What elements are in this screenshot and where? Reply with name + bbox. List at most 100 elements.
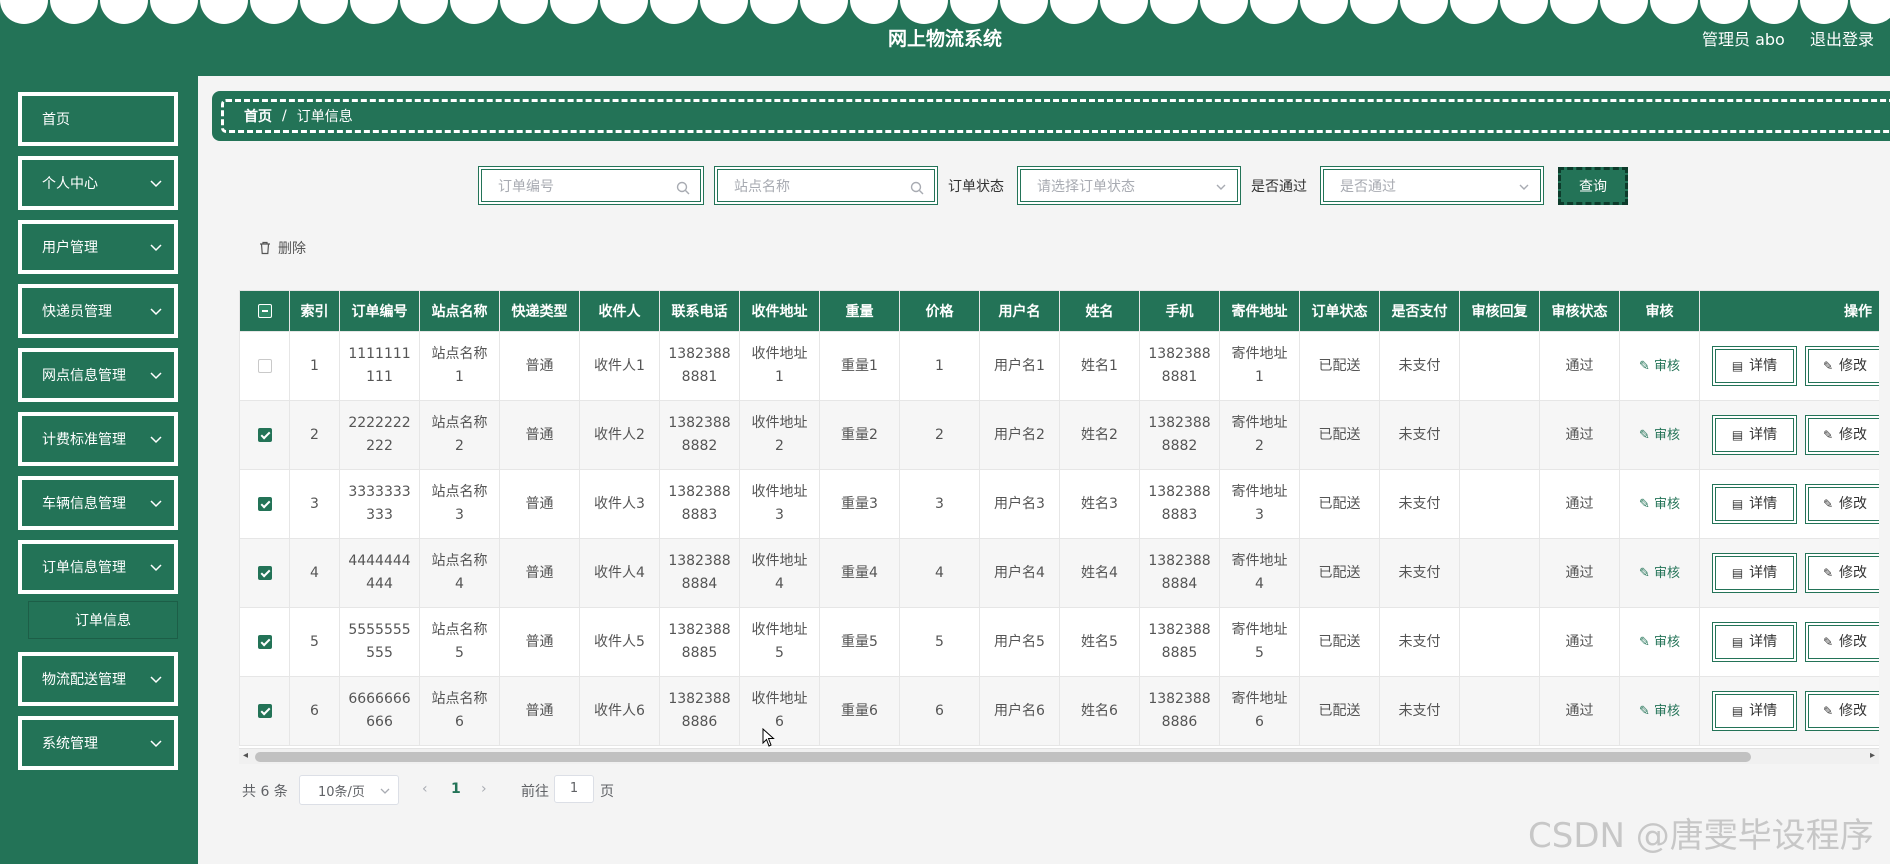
scroll-left-arrow[interactable]: ◂ bbox=[243, 750, 248, 761]
detail-button[interactable]: ▤ 详情 bbox=[1712, 415, 1797, 455]
scroll-right-arrow[interactable]: ▸ bbox=[1870, 750, 1875, 761]
detail-button-label: 详情 bbox=[1749, 564, 1778, 581]
row-checkbox[interactable] bbox=[257, 565, 272, 580]
goto-label: 前往 bbox=[521, 784, 549, 800]
row-checkbox[interactable] bbox=[257, 634, 272, 649]
table-row[interactable]: 2 2222222222 站点名称2 普通 收件人2 13823888882 收件地址2 重量… bbox=[239, 400, 1879, 470]
row-checkbox[interactable] bbox=[257, 427, 272, 442]
column-header: 站点名称 bbox=[419, 290, 500, 332]
sidebar-item-couriers[interactable]: 快递员管理 bbox=[18, 284, 178, 338]
scallop-shape bbox=[1100, 0, 1148, 24]
scallop-shape bbox=[200, 0, 248, 24]
table-cell: 13823888884 bbox=[1139, 538, 1220, 608]
audit-link[interactable]: ✎ 审核 bbox=[1639, 359, 1680, 374]
scallop-shape bbox=[1650, 0, 1698, 24]
orders-table: 索引 订单编号 站点名称 快递类型 收件人 联系电话 收件地址 重量 价格 用户名 姓名 手机 寄件地址… bbox=[239, 290, 1879, 748]
sidebar-item-vehicles[interactable]: 车辆信息管理 bbox=[18, 476, 178, 530]
column-header: 订单编号 bbox=[339, 290, 420, 332]
detail-button[interactable]: ▤ 详情 bbox=[1712, 484, 1797, 524]
sidebar-item-system[interactable]: 系统管理 bbox=[18, 716, 178, 770]
table-cell: 站点名称6 bbox=[419, 676, 500, 746]
pass-select[interactable]: 是否通过 bbox=[1320, 166, 1544, 205]
detail-button[interactable]: ▤ 详情 bbox=[1712, 622, 1797, 662]
table-cell: 姓名5 bbox=[1059, 607, 1140, 677]
edit-pen-icon: ✎ bbox=[1822, 358, 1834, 373]
table-cell: 13823888886 bbox=[1139, 676, 1220, 746]
scallop-shape bbox=[700, 0, 748, 24]
table-row[interactable]: 1 1111111111 站点名称1 普通 收件人1 13823888881 收件地址1 重量… bbox=[239, 331, 1879, 401]
audit-link-label: 审核 bbox=[1654, 427, 1681, 443]
audit-link[interactable]: ✎ 审核 bbox=[1639, 497, 1680, 512]
detail-button[interactable]: ▤ 详情 bbox=[1712, 553, 1797, 593]
column-header: 操作 bbox=[1699, 290, 1879, 332]
row-checkbox[interactable] bbox=[257, 703, 272, 718]
breadcrumb-home[interactable]: 首页 bbox=[244, 106, 272, 126]
sidebar-item-label: 计费标准管理 bbox=[42, 432, 126, 448]
page-size-select[interactable]: 10条/页 bbox=[299, 775, 399, 805]
edit-button[interactable]: ✎ 修改 bbox=[1805, 346, 1879, 386]
audit-link[interactable]: ✎ 审核 bbox=[1639, 566, 1680, 581]
table-row[interactable]: 5 5555555555 站点名称5 普通 收件人5 13823888885 收件地址5 重量… bbox=[239, 607, 1879, 677]
table-cell: 重量1 bbox=[819, 331, 900, 401]
sidebar-item-orders[interactable]: 订单信息管理 bbox=[18, 540, 178, 594]
detail-button[interactable]: ▤ 详情 bbox=[1712, 691, 1797, 731]
table-row[interactable]: 3 3333333333 站点名称3 普通 收件人3 13823888883 收件地址3 重量… bbox=[239, 469, 1879, 539]
goto-page-input[interactable]: 1 bbox=[554, 775, 594, 803]
chevron-down-icon bbox=[150, 372, 162, 380]
order-number-placeholder: 订单编号 bbox=[498, 178, 554, 195]
row-checkbox[interactable] bbox=[257, 358, 272, 373]
select-all-checkbox[interactable] bbox=[257, 304, 272, 318]
scroll-thumb[interactable] bbox=[255, 752, 1751, 762]
sidebar-subitem-order-info[interactable]: 订单信息 bbox=[28, 601, 178, 639]
sidebar-item-users[interactable]: 用户管理 bbox=[18, 220, 178, 274]
sidebar-item-personal-center[interactable]: 个人中心 bbox=[18, 156, 178, 210]
horizontal-scrollbar[interactable]: ◂ ▸ bbox=[239, 748, 1879, 764]
prev-page-icon[interactable]: ‹ bbox=[422, 781, 428, 797]
audit-link[interactable]: ✎ 审核 bbox=[1639, 635, 1680, 650]
edit-button[interactable]: ✎ 修改 bbox=[1805, 691, 1879, 731]
delete-label: 删除 bbox=[278, 241, 306, 257]
logout-link[interactable]: 退出登录 bbox=[1810, 26, 1874, 50]
table-cell: 未支付 bbox=[1379, 400, 1460, 470]
order-number-input[interactable]: 订单编号 bbox=[478, 166, 704, 205]
table-cell bbox=[1459, 607, 1540, 677]
query-button[interactable]: 查询 bbox=[1558, 167, 1628, 205]
column-header: 审核回复 bbox=[1459, 290, 1540, 332]
table-cell: 通过 bbox=[1539, 469, 1620, 539]
edit-button[interactable]: ✎ 修改 bbox=[1805, 415, 1879, 455]
table-cell: 普通 bbox=[499, 607, 580, 677]
delete-button[interactable]: 删除 bbox=[258, 238, 306, 258]
row-select-cell bbox=[239, 400, 290, 470]
sidebar-item-delivery[interactable]: 物流配送管理 bbox=[18, 652, 178, 706]
sidebar-item-billing[interactable]: 计费标准管理 bbox=[18, 412, 178, 466]
next-page-icon[interactable]: › bbox=[481, 781, 487, 797]
page-number-current[interactable]: 1 bbox=[451, 781, 461, 797]
column-header: 索引 bbox=[289, 290, 340, 332]
sidebar-item-label: 系统管理 bbox=[42, 736, 98, 752]
audit-link[interactable]: ✎ 审核 bbox=[1639, 428, 1680, 443]
sidebar-item-home[interactable]: 首页 bbox=[18, 92, 178, 146]
edit-button[interactable]: ✎ 修改 bbox=[1805, 484, 1879, 524]
table-row[interactable]: 4 4444444444 站点名称4 普通 收件人4 13823888884 收件地址4 重量… bbox=[239, 538, 1879, 608]
detail-button[interactable]: ▤ 详情 bbox=[1712, 346, 1797, 386]
chevron-down-icon bbox=[150, 500, 162, 508]
order-status-select[interactable]: 请选择订单状态 bbox=[1017, 166, 1241, 205]
column-header: 寄件地址 bbox=[1219, 290, 1300, 332]
scallop-shape bbox=[1000, 0, 1048, 24]
document-icon: ▤ bbox=[1731, 358, 1744, 373]
edit-button[interactable]: ✎ 修改 bbox=[1805, 622, 1879, 662]
table-cell: 4444444444 bbox=[339, 538, 420, 608]
table-cell: 13823888883 bbox=[659, 469, 740, 539]
sidebar-item-sites[interactable]: 网点信息管理 bbox=[18, 348, 178, 402]
row-checkbox[interactable] bbox=[257, 496, 272, 511]
edit-pen-icon: ✎ bbox=[1638, 634, 1654, 650]
audit-link[interactable]: ✎ 审核 bbox=[1639, 704, 1680, 719]
detail-button-label: 详情 bbox=[1749, 633, 1778, 650]
edit-button[interactable]: ✎ 修改 bbox=[1805, 553, 1879, 593]
chevron-down-icon bbox=[150, 740, 162, 748]
chevron-up-icon bbox=[150, 564, 162, 572]
scallop-shape bbox=[1850, 0, 1890, 24]
table-row[interactable]: 6 6666666666 站点名称6 普通 收件人6 13823888886 收件地址6 重量… bbox=[239, 676, 1879, 746]
site-name-input[interactable]: 站点名称 bbox=[714, 166, 938, 205]
table-cell: 2 bbox=[899, 400, 980, 470]
